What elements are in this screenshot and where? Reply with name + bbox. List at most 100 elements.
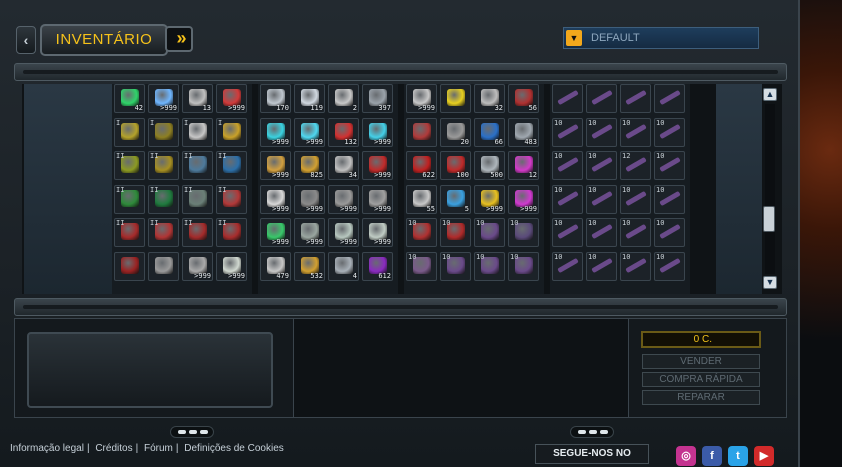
forum-link[interactable]: Fórum bbox=[144, 443, 173, 454]
inventory-slot[interactable]: >999 bbox=[216, 84, 247, 113]
inventory-scrollbar[interactable]: ▲ ▼ bbox=[762, 88, 778, 292]
inventory-slot[interactable]: >999 bbox=[148, 84, 179, 113]
inventory-slot[interactable]: 66 bbox=[474, 117, 505, 147]
inventory-slot[interactable]: 170 bbox=[260, 84, 291, 113]
inventory-slot[interactable]: II bbox=[114, 184, 145, 214]
inventory-slot[interactable]: >999 bbox=[406, 84, 437, 113]
inventory-slot[interactable]: >999 bbox=[260, 218, 291, 247]
inventory-slot[interactable]: 612 bbox=[362, 251, 393, 281]
inventory-slot[interactable]: 10 bbox=[474, 218, 505, 247]
inventory-slot[interactable]: 10 bbox=[586, 251, 617, 281]
inventory-slot[interactable]: >999 bbox=[260, 151, 291, 180]
inventory-slot[interactable] bbox=[654, 84, 685, 113]
inventory-slot[interactable]: 32 bbox=[474, 84, 505, 113]
inventory-slot[interactable]: 10 bbox=[620, 117, 651, 147]
inventory-slot[interactable]: II bbox=[114, 151, 145, 180]
inventory-slot[interactable]: II bbox=[148, 218, 179, 247]
legal-info-link[interactable]: Informação legal bbox=[10, 443, 84, 454]
inventory-slot[interactable]: I bbox=[114, 117, 145, 147]
inventory-slot[interactable]: 479 bbox=[260, 251, 291, 281]
inventory-slot[interactable]: >999 bbox=[216, 251, 247, 281]
sell-button[interactable]: VENDER bbox=[642, 354, 760, 369]
forward-arrows-icon[interactable]: » bbox=[165, 26, 193, 52]
inventory-slot[interactable]: >999 bbox=[362, 184, 393, 214]
inventory-slot[interactable]: 10 bbox=[552, 251, 583, 281]
inventory-slot[interactable]: 12 bbox=[508, 151, 539, 180]
inventory-slot[interactable]: 10 bbox=[654, 151, 685, 180]
inventory-slot[interactable] bbox=[114, 251, 145, 281]
preset-dropdown[interactable]: ▼ DEFAULT bbox=[563, 27, 759, 49]
inventory-slot[interactable]: >999 bbox=[182, 251, 213, 281]
inventory-slot[interactable]: 10 bbox=[406, 218, 437, 247]
inventory-slot[interactable]: 10 bbox=[474, 251, 505, 281]
inventory-slot[interactable]: >999 bbox=[260, 117, 291, 147]
inventory-slot[interactable]: >999 bbox=[362, 117, 393, 147]
inventory-slot[interactable]: 10 bbox=[586, 117, 617, 147]
inventory-slot[interactable]: 532 bbox=[294, 251, 325, 281]
inventory-slot[interactable]: 10 bbox=[552, 218, 583, 247]
inventory-slot[interactable] bbox=[620, 84, 651, 113]
inventory-slot[interactable]: 622 bbox=[406, 151, 437, 180]
inventory-slot[interactable]: I bbox=[182, 117, 213, 147]
repair-button[interactable]: REPARAR bbox=[642, 390, 760, 405]
inventory-slot[interactable] bbox=[406, 117, 437, 147]
inventory-slot[interactable]: 10 bbox=[552, 151, 583, 180]
inventory-slot[interactable]: II bbox=[216, 151, 247, 180]
inventory-slot[interactable]: >999 bbox=[328, 184, 359, 214]
inventory-slot[interactable]: I bbox=[216, 117, 247, 147]
inventory-slot[interactable] bbox=[586, 84, 617, 113]
inventory-slot[interactable]: 10 bbox=[552, 184, 583, 214]
inventory-slot[interactable]: II bbox=[182, 151, 213, 180]
inventory-slot[interactable]: 10 bbox=[620, 218, 651, 247]
inventory-slot[interactable]: 10 bbox=[508, 218, 539, 247]
scroll-track[interactable] bbox=[765, 104, 775, 274]
inventory-slot[interactable]: >999 bbox=[294, 218, 325, 247]
facebook-icon[interactable]: f bbox=[702, 446, 722, 466]
inventory-slot[interactable]: 20 bbox=[440, 117, 471, 147]
inventory-slot[interactable]: II bbox=[182, 184, 213, 214]
inventory-slot[interactable]: 10 bbox=[620, 184, 651, 214]
inventory-slot[interactable]: 10 bbox=[586, 184, 617, 214]
inventory-slot[interactable]: 13 bbox=[182, 84, 213, 113]
inventory-slot[interactable]: II bbox=[148, 151, 179, 180]
inventory-slot[interactable]: >999 bbox=[294, 117, 325, 147]
inventory-slot[interactable]: 825 bbox=[294, 151, 325, 180]
inventory-slot[interactable]: >999 bbox=[260, 184, 291, 214]
twitter-icon[interactable]: t bbox=[728, 446, 748, 466]
inventory-slot[interactable]: 132 bbox=[328, 117, 359, 147]
inventory-slot[interactable]: >999 bbox=[362, 218, 393, 247]
inventory-slot[interactable]: I bbox=[148, 117, 179, 147]
scroll-up-button[interactable]: ▲ bbox=[763, 88, 777, 101]
cookie-settings-link[interactable]: Definições de Cookies bbox=[184, 443, 284, 454]
inventory-slot[interactable]: >999 bbox=[508, 184, 539, 214]
inventory-slot[interactable] bbox=[440, 84, 471, 113]
inventory-slot[interactable]: 10 bbox=[654, 117, 685, 147]
inventory-slot[interactable]: II bbox=[114, 218, 145, 247]
inventory-slot[interactable]: 10 bbox=[440, 218, 471, 247]
inventory-slot[interactable] bbox=[552, 84, 583, 113]
inventory-slot[interactable]: 34 bbox=[328, 151, 359, 180]
inventory-slot[interactable]: 4 bbox=[328, 251, 359, 281]
inventory-slot[interactable]: >999 bbox=[362, 151, 393, 180]
inventory-slot[interactable]: 10 bbox=[654, 184, 685, 214]
inventory-slot[interactable]: 12 bbox=[620, 151, 651, 180]
inventory-slot[interactable]: 2 bbox=[328, 84, 359, 113]
scroll-down-button[interactable]: ▼ bbox=[763, 276, 777, 289]
inventory-slot[interactable]: II bbox=[216, 184, 247, 214]
inventory-slot[interactable]: 10 bbox=[654, 251, 685, 281]
scroll-thumb[interactable] bbox=[763, 206, 775, 232]
inventory-slot[interactable]: 483 bbox=[508, 117, 539, 147]
inventory-slot[interactable]: 55 bbox=[406, 184, 437, 214]
inventory-slot[interactable]: 42 bbox=[114, 84, 145, 113]
inventory-slot[interactable]: 5 bbox=[440, 184, 471, 214]
inventory-slot[interactable]: 397 bbox=[362, 84, 393, 113]
inventory-slot[interactable]: 10 bbox=[654, 218, 685, 247]
inventory-slot[interactable]: II bbox=[216, 218, 247, 247]
inventory-slot[interactable]: 10 bbox=[586, 218, 617, 247]
inventory-slot[interactable]: II bbox=[148, 184, 179, 214]
inventory-slot[interactable]: 10 bbox=[508, 251, 539, 281]
instagram-icon[interactable]: ◎ bbox=[676, 446, 696, 466]
inventory-slot[interactable]: 500 bbox=[474, 151, 505, 180]
back-button[interactable]: ‹ bbox=[16, 26, 36, 54]
inventory-slot[interactable]: >999 bbox=[328, 218, 359, 247]
